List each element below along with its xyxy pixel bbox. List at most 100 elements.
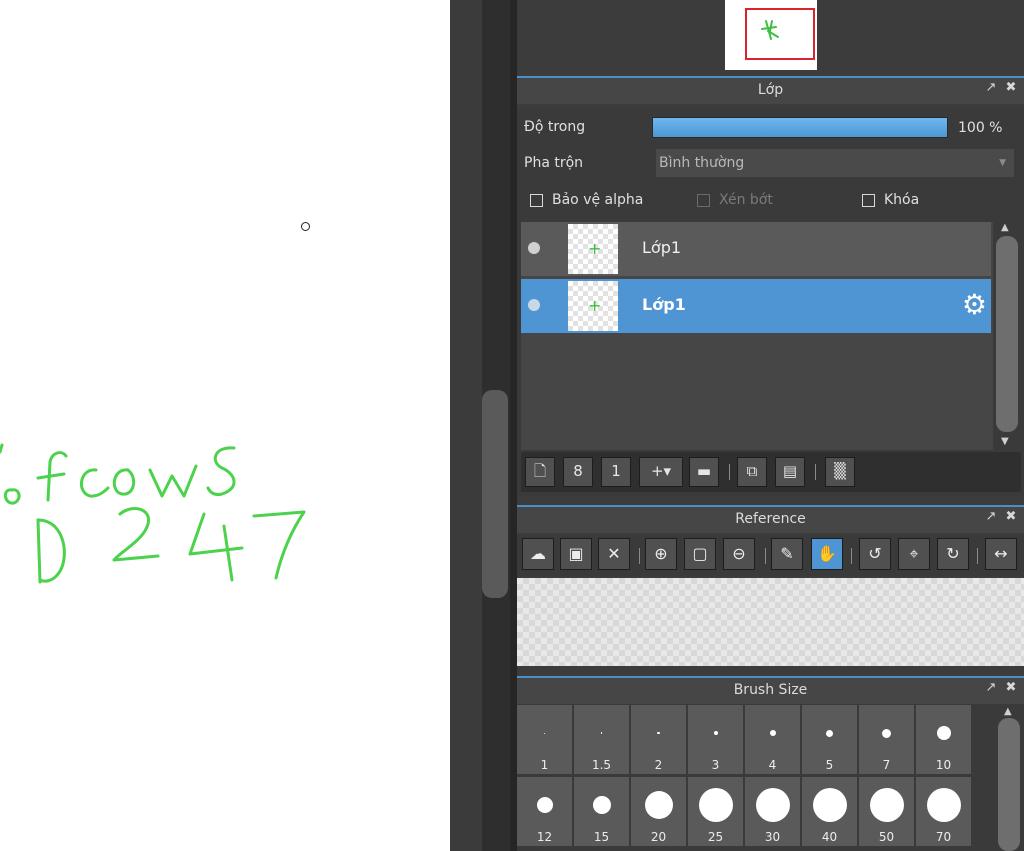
brush-size-dot — [600, 732, 603, 734]
layer-panel-title: Lớp — [757, 82, 784, 98]
brush-size-dot — [926, 788, 961, 822]
layer-toolbar: 🗋 8 1 +▾ ▬ ⧉ ▤ ▒ — [521, 452, 1021, 492]
opacity-label: Độ trong — [524, 119, 586, 135]
brush-size-label: 1.5 — [591, 758, 612, 772]
brush-size-dot — [882, 728, 891, 738]
brush-size-cell[interactable]: 70 — [916, 777, 971, 846]
brush-size-cell[interactable]: 25 — [688, 777, 743, 846]
new-layer-icon[interactable]: 🗋 — [525, 457, 555, 487]
chevron-down-icon: ▼ — [999, 158, 1006, 168]
canvas-scrollbar-thumb[interactable] — [482, 390, 508, 598]
layer-row[interactable]: + Lớp1 — [521, 222, 991, 276]
brush-size-label: 40 — [821, 830, 838, 844]
layer-row-selected[interactable]: + Lớp1 ⚙ — [521, 279, 991, 333]
scroll-up-icon[interactable]: ▲ — [1004, 706, 1012, 717]
zoom-out-icon[interactable]: ⊖ — [723, 538, 755, 570]
brush-size-scroll-thumb[interactable] — [998, 718, 1020, 851]
reset-view-icon[interactable]: ⌖ — [898, 538, 930, 570]
open-folder-icon[interactable]: ▣ — [560, 538, 592, 570]
reference-toolbar: ☁ ▣ ✕ ⊕ ▢ ⊖ ✎ ✋ ↺ ⌖ ↻ ↔ — [517, 534, 1024, 576]
brush-size-label: 2 — [654, 758, 663, 772]
layer-thumbnail: + — [568, 224, 618, 274]
add-layer-dropdown-icon[interactable]: +▾ — [639, 457, 683, 487]
brush-size-cell[interactable]: 50 — [859, 777, 914, 846]
visibility-icon[interactable] — [528, 299, 540, 311]
brush-size-cell[interactable]: 5 — [802, 705, 857, 774]
brush-size-dot — [592, 796, 611, 814]
brush-size-cell[interactable]: 15 — [574, 777, 629, 846]
brush-size-cell[interactable]: 3 — [688, 705, 743, 774]
brush-size-label: 1 — [540, 758, 549, 772]
brush-size-dot — [936, 726, 951, 740]
blend-mode-value: Bình thường — [659, 155, 745, 171]
layer-name: Lớp1 — [642, 238, 682, 257]
opacity-value: 100 % — [958, 120, 1003, 136]
brush-size-cell[interactable]: 40 — [802, 777, 857, 846]
panel-gutter — [510, 0, 517, 851]
brush-panel-title: Brush Size — [733, 682, 808, 698]
scroll-up-icon[interactable]: ▲ — [1001, 222, 1009, 233]
brush-size-cell[interactable]: 20 — [631, 777, 686, 846]
close-icon[interactable]: ✖ — [1004, 510, 1018, 524]
protect-alpha-checkbox[interactable] — [530, 194, 543, 207]
close-icon[interactable]: ✖ — [1004, 81, 1018, 95]
detach-icon[interactable]: ↗ — [984, 681, 998, 695]
folder-icon[interactable]: ▬ — [689, 457, 719, 487]
blend-mode-select[interactable]: Bình thường ▼ — [655, 148, 1015, 178]
scroll-down-icon[interactable]: ▼ — [1001, 436, 1009, 447]
brush-size-cell[interactable]: 12 — [517, 777, 572, 846]
protect-alpha-label: Bảo vệ alpha — [552, 192, 644, 208]
rotate-right-icon[interactable]: ↻ — [937, 538, 969, 570]
layer-list: + Lớp1 + Lớp1 ⚙ — [521, 222, 993, 450]
brush-size-cell[interactable]: 30 — [745, 777, 800, 846]
brush-size-cell[interactable]: 4 — [745, 705, 800, 774]
brush-cursor — [301, 222, 310, 231]
zoom-in-icon[interactable]: ⊕ — [645, 538, 677, 570]
close-icon[interactable]: ✕ — [598, 538, 630, 570]
brush-size-dot — [698, 788, 733, 822]
duplicate-layer-icon[interactable]: ⧉ — [737, 457, 767, 487]
rotate-left-icon[interactable]: ↺ — [859, 538, 891, 570]
detach-icon[interactable]: ↗ — [984, 510, 998, 524]
flip-icon[interactable]: ↔ — [985, 538, 1017, 570]
layer-name: Lớp1 — [642, 295, 686, 314]
new-1bit-layer-icon[interactable]: 1 — [601, 457, 631, 487]
brush-size-label: 20 — [650, 830, 667, 844]
hand-icon[interactable]: ✋ — [811, 538, 843, 570]
brush-size-cell[interactable]: 1 — [517, 705, 572, 774]
lock-label: Khóa — [884, 192, 920, 208]
navigator-view-frame[interactable] — [745, 8, 815, 60]
brush-size-dot — [769, 730, 776, 736]
new-8bit-layer-icon[interactable]: 8 — [563, 457, 593, 487]
clipping-label: Xén bớt — [719, 192, 773, 208]
brush-panel-header: Brush Size ↗ ✖ — [517, 676, 1024, 704]
brush-size-label: 70 — [935, 830, 952, 844]
reference-panel-title: Reference — [735, 511, 806, 527]
brush-size-label: 15 — [593, 830, 610, 844]
reference-panel-header: Reference ↗ ✖ — [517, 505, 1024, 533]
reference-image-area[interactable] — [517, 578, 1024, 666]
brush-size-dot — [657, 731, 660, 735]
fit-screen-icon[interactable]: ▢ — [684, 538, 716, 570]
detach-icon[interactable]: ↗ — [984, 81, 998, 95]
gear-icon[interactable]: ⚙ — [962, 290, 987, 320]
brush-size-cell[interactable]: 10 — [916, 705, 971, 774]
brush-size-cell[interactable]: 7 — [859, 705, 914, 774]
brush-size-label: 5 — [825, 758, 834, 772]
clipping-checkbox[interactable] — [697, 194, 710, 207]
trash-icon[interactable]: ▒ — [825, 457, 855, 487]
brush-size-cell[interactable]: 2 — [631, 705, 686, 774]
brush-size-label: 3 — [711, 758, 720, 772]
merge-layer-icon[interactable]: ▤ — [775, 457, 805, 487]
brush-size-dot — [536, 797, 553, 813]
opacity-slider[interactable] — [652, 117, 948, 138]
close-icon[interactable]: ✖ — [1004, 681, 1018, 695]
eyedropper-icon[interactable]: ✎ — [771, 538, 803, 570]
layer-list-scroll-thumb[interactable] — [996, 236, 1018, 432]
brush-size-cell[interactable]: 1.5 — [574, 705, 629, 774]
visibility-icon[interactable] — [528, 242, 540, 254]
brush-size-label: 12 — [536, 830, 553, 844]
brush-size-label: 10 — [935, 758, 952, 772]
lock-checkbox[interactable] — [862, 194, 875, 207]
cloud-upload-icon[interactable]: ☁ — [522, 538, 554, 570]
